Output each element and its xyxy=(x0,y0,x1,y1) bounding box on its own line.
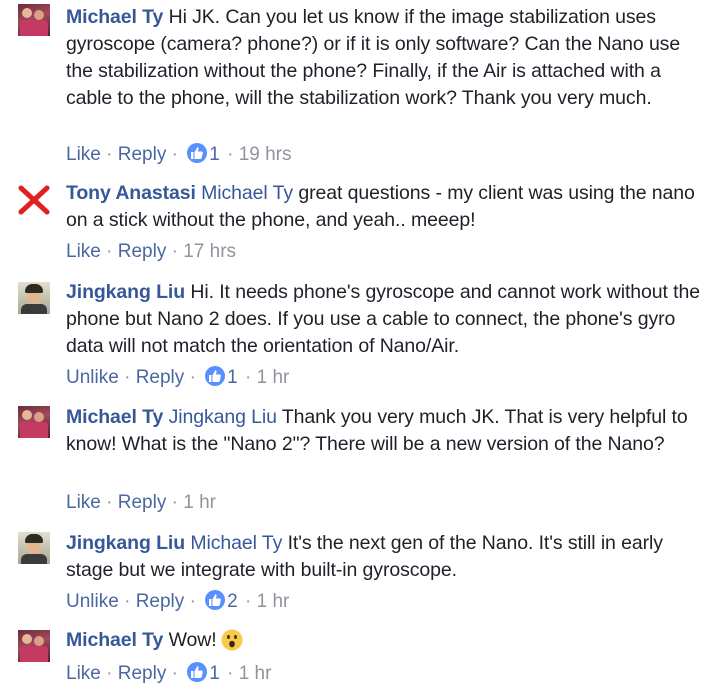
reaction-count[interactable]: 1 xyxy=(209,144,220,165)
comment-actions: Unlike · Reply · 1 · 1 hr xyxy=(66,366,289,390)
separator: · xyxy=(171,492,178,513)
like-link[interactable]: Like xyxy=(66,144,101,165)
separator: · xyxy=(171,663,178,684)
timestamp[interactable]: 17 hrs xyxy=(183,241,236,262)
author-name[interactable]: Jingkang Liu xyxy=(66,281,185,303)
comment-body: Michael Ty Jingkang Liu Thank you very m… xyxy=(66,404,706,458)
separator: · xyxy=(106,663,113,684)
comment-actions: Like · Reply · 1 · 1 hr xyxy=(66,662,271,686)
unlike-link[interactable]: Unlike xyxy=(66,591,119,612)
separator: · xyxy=(227,663,234,684)
separator: · xyxy=(106,241,113,262)
reply-link[interactable]: Reply xyxy=(118,144,167,165)
reply-link[interactable]: Reply xyxy=(118,663,167,684)
timestamp[interactable]: 19 hrs xyxy=(239,144,292,165)
reply-link[interactable]: Reply xyxy=(136,591,185,612)
author-name[interactable]: Michael Ty xyxy=(66,406,163,428)
author-name[interactable]: Jingkang Liu xyxy=(66,532,185,554)
comment-actions: Unlike · Reply · 2 · 1 hr xyxy=(66,590,289,614)
reaction-count[interactable]: 2 xyxy=(227,591,238,612)
comment-body: Tony Anastasi Michael Ty great questions… xyxy=(66,180,706,234)
mention-link[interactable]: Jingkang Liu xyxy=(169,406,277,428)
avatar[interactable] xyxy=(18,630,50,662)
like-link[interactable]: Like xyxy=(66,492,101,513)
unlike-link[interactable]: Unlike xyxy=(66,367,119,388)
comment-actions: Like · Reply · 1 · 19 hrs xyxy=(66,143,292,167)
author-name[interactable]: Tony Anastasi xyxy=(66,182,196,204)
comment-body: Jingkang Liu Hi. It needs phone's gyrosc… xyxy=(66,279,706,360)
reply-link[interactable]: Reply xyxy=(136,367,185,388)
comment-body: Jingkang Liu Michael Ty It's the next ge… xyxy=(66,530,706,584)
reply-link[interactable]: Reply xyxy=(118,492,167,513)
mention-link[interactable]: Michael Ty xyxy=(190,532,282,554)
mention-link[interactable]: Michael Ty xyxy=(201,182,293,204)
comment-body: Michael Ty Wow! xyxy=(66,627,706,659)
reaction-count[interactable]: 1 xyxy=(209,663,220,684)
author-name[interactable]: Michael Ty xyxy=(66,6,163,28)
avatar[interactable] xyxy=(18,406,50,438)
avatar[interactable] xyxy=(18,282,50,314)
separator: · xyxy=(245,367,252,388)
avatar[interactable] xyxy=(18,532,50,564)
author-name[interactable]: Michael Ty xyxy=(66,629,163,651)
like-link[interactable]: Like xyxy=(66,663,101,684)
separator: · xyxy=(106,144,113,165)
wow-emoji-icon xyxy=(221,629,243,659)
timestamp[interactable]: 1 hr xyxy=(257,367,290,388)
separator: · xyxy=(227,144,234,165)
separator: · xyxy=(124,591,131,612)
timestamp[interactable]: 1 hr xyxy=(239,663,272,684)
red-x-icon xyxy=(18,185,50,215)
comment-text: Wow! xyxy=(168,629,217,651)
separator: · xyxy=(171,241,178,262)
avatar[interactable] xyxy=(18,184,50,216)
separator: · xyxy=(171,144,178,165)
comment-actions: Like · Reply · 17 hrs xyxy=(66,240,236,264)
separator: · xyxy=(189,591,196,612)
separator: · xyxy=(106,492,113,513)
like-reaction-icon[interactable] xyxy=(205,590,226,610)
separator: · xyxy=(124,367,131,388)
like-reaction-icon[interactable] xyxy=(205,366,226,386)
like-link[interactable]: Like xyxy=(66,241,101,262)
comment-actions: Like · Reply · 1 hr xyxy=(66,491,216,515)
timestamp[interactable]: 1 hr xyxy=(257,591,290,612)
like-reaction-icon[interactable] xyxy=(187,143,208,163)
reply-link[interactable]: Reply xyxy=(118,241,167,262)
avatar[interactable] xyxy=(18,4,50,36)
comment-body: Michael Ty Hi JK. Can you let us know if… xyxy=(66,4,706,112)
timestamp[interactable]: 1 hr xyxy=(183,492,216,513)
separator: · xyxy=(245,591,252,612)
separator: · xyxy=(189,367,196,388)
reaction-count[interactable]: 1 xyxy=(227,367,238,388)
like-reaction-icon[interactable] xyxy=(187,662,208,682)
